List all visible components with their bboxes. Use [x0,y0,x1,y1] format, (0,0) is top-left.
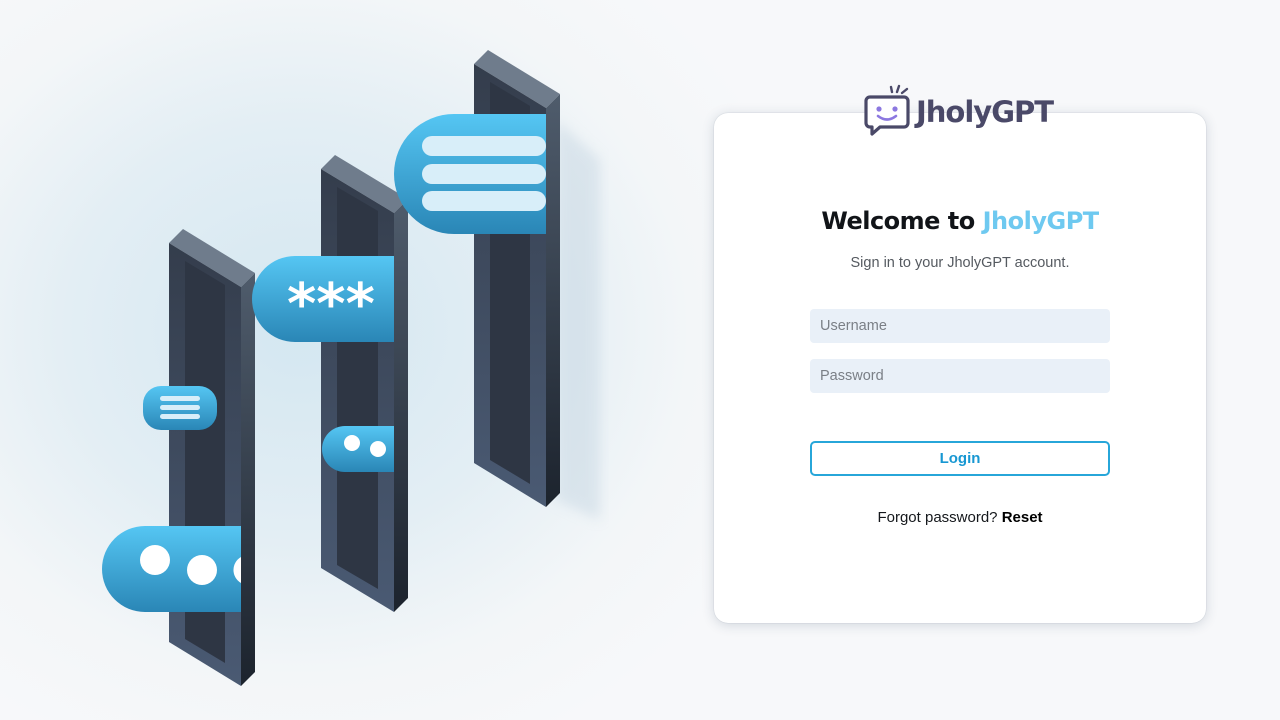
username-input[interactable] [810,309,1110,343]
forgot-password-row: Forgot password? Reset [714,509,1206,526]
bubble-menu-small [143,386,217,430]
welcome-brand: JholyGPT [982,207,1100,235]
bubble-password-stars: *** [252,256,394,342]
panel-left [169,229,255,686]
reset-password-link[interactable]: Reset [1002,509,1043,526]
smiley-chat-bubble-icon [864,84,910,136]
welcome-heading: Welcome to JholyGPT [714,207,1206,235]
welcome-prefix: Welcome to [821,207,975,235]
brand-logo: JholyGPT [864,82,1054,138]
password-input[interactable] [810,359,1110,393]
bubble-text-lines [394,114,546,234]
bubble-typing-large [102,526,241,612]
login-subtitle: Sign in to your JholyGPT account. [850,255,1070,271]
login-card: Welcome to JholyGPT Sign in to your Jhol… [714,113,1206,623]
brand-name: JholyGPT [916,95,1054,129]
login-button[interactable]: Login [810,441,1110,476]
svg-text:***: *** [287,272,375,337]
bubble-typing-small [322,426,394,472]
panel-middle [321,155,408,612]
forgot-password-text: Forgot password? [877,509,998,526]
login-illustration: *** [102,50,600,686]
